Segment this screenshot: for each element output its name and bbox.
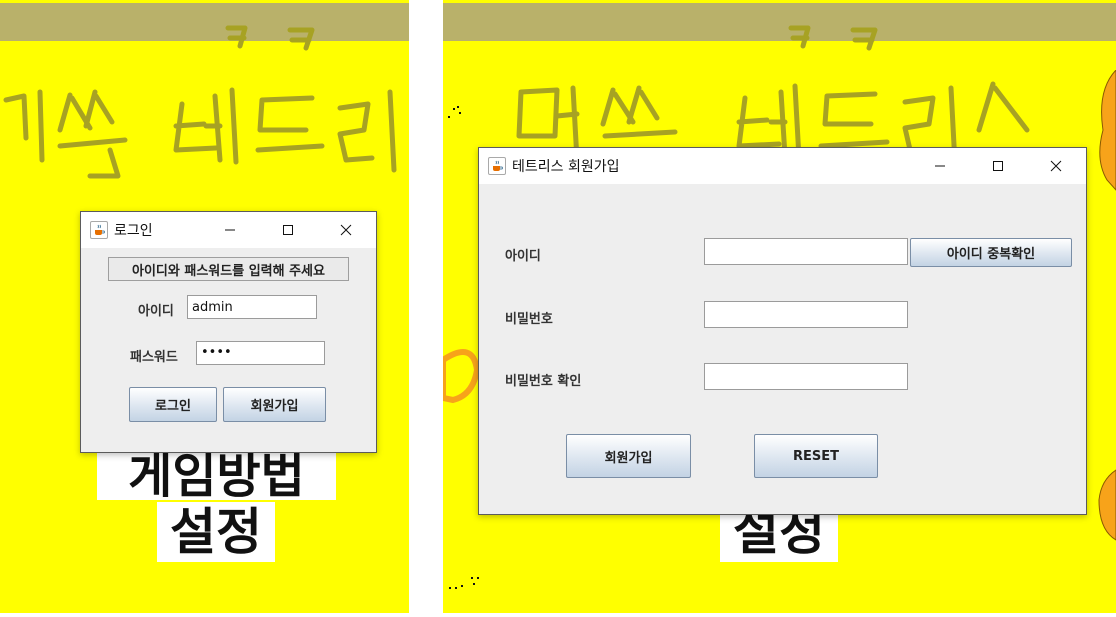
orange-character-image: [1098, 70, 1116, 541]
password-input[interactable]: ••••: [196, 341, 325, 365]
java-coffee-cup-icon: [90, 221, 108, 239]
dialog-title: 로그인: [114, 223, 153, 239]
signup-submit-button[interactable]: 회원가입: [566, 434, 691, 478]
stray-dots: [449, 577, 479, 589]
close-icon[interactable]: [317, 212, 375, 248]
check-duplicate-id-button[interactable]: 아이디 중복확인: [910, 238, 1072, 267]
signup-button[interactable]: 회원가입: [223, 387, 326, 422]
signup-dialog-titlebar[interactable]: 테트리스 회원가입: [479, 148, 1086, 184]
reset-button[interactable]: RESET: [754, 434, 878, 478]
maximize-icon[interactable]: [969, 148, 1027, 184]
close-icon[interactable]: [1027, 148, 1085, 184]
dialog-title: 테트리스 회원가입: [512, 159, 620, 175]
minimize-icon[interactable]: [201, 212, 259, 248]
password-input[interactable]: [704, 301, 908, 328]
id-input[interactable]: [187, 295, 317, 319]
id-label: 아이디: [505, 249, 541, 264]
login-button[interactable]: 로그인: [129, 387, 217, 422]
id-label: 아이디: [138, 304, 174, 319]
java-coffee-cup-icon: [488, 157, 506, 175]
signup-dialog: 테트리스 회원가입 아이디 아이디 중복확인 비밀번호 비밀번호 확인 회원가입…: [478, 147, 1087, 515]
menu-item-settings[interactable]: 설정: [157, 502, 275, 562]
menu-item-how-to-play[interactable]: 게임방법: [97, 450, 336, 500]
handwritten-game-title-image: [3, 25, 397, 179]
password-label: 패스워드: [130, 350, 178, 365]
right-game-window: 설정 테트리스 회원가입 아이디 아이디 중복확인 비밀번호 비밀번호 확인 회…: [443, 0, 1116, 613]
id-input[interactable]: [704, 238, 908, 265]
login-dialog-titlebar[interactable]: 로그인: [81, 212, 376, 248]
maximize-icon[interactable]: [259, 212, 317, 248]
password-confirm-label: 비밀번호 확인: [505, 374, 582, 389]
login-prompt-label: 아이디와 패스워드를 입력해 주세요: [108, 257, 349, 281]
left-game-window: 게임방법 설정 로그인 아이디와 패스워드를 입력해 주세요 아이디 admin…: [0, 0, 409, 613]
password-confirm-input[interactable]: [704, 363, 908, 390]
login-dialog: 로그인 아이디와 패스워드를 입력해 주세요 아이디 패스워드 •••• 로그인…: [80, 211, 377, 453]
minimize-icon[interactable]: [911, 148, 969, 184]
orange-character-image: [443, 349, 481, 404]
password-label: 비밀번호: [505, 312, 553, 327]
